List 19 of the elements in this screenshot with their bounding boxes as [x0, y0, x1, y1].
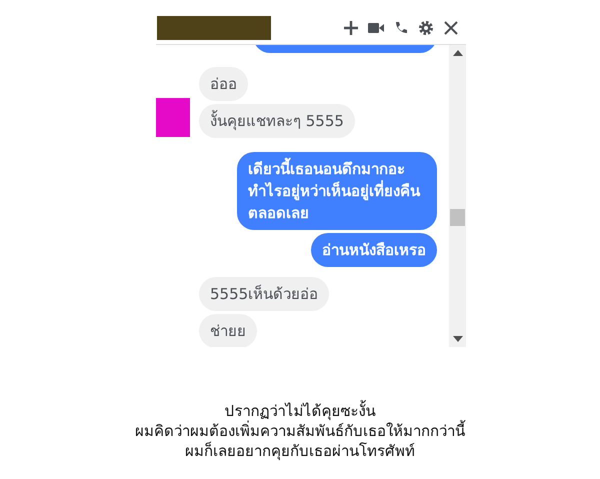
message-bubble: 5555เห็นด้วยอ่อ — [199, 277, 330, 311]
message-bubble: งั้นคุยแชทละๆ 5555 — [199, 104, 355, 138]
avatar — [156, 98, 190, 137]
phone-icon[interactable] — [394, 21, 408, 35]
caption-line: ผมคิดว่าผมต้องเพิ่มความสัมพันธ์กับเธอให้มากกว่านี้ — [134, 421, 466, 441]
message-bubble: อ่านหนังสือเหรอ — [311, 233, 437, 267]
video-camera-icon[interactable] — [368, 22, 384, 34]
scroll-thumb[interactable] — [450, 209, 465, 226]
scrollbar[interactable] — [449, 45, 466, 347]
caption-line: ปรากฏว่าไม่ได้คุยซะงั้น — [224, 401, 376, 420]
scroll-up-icon[interactable] — [452, 50, 462, 56]
message-bubble: เดียวนี้เธอนอนดึกมากอะ ทำไรอยู่หว่าเห็นอยู่เที่ยงคืนตลอดเลย — [237, 152, 437, 230]
message-bubble: ช่ายย — [199, 314, 257, 347]
message-bubble: อ่ออ — [199, 67, 248, 101]
add-icon[interactable] — [344, 21, 358, 35]
caption-line: ผมก็เลยอยากคุยกับเธอผ่านโทรศัพท์ — [184, 441, 416, 461]
scroll-down-icon[interactable] — [452, 336, 462, 342]
settings-icon[interactable] — [418, 20, 434, 36]
close-icon[interactable] — [444, 21, 458, 35]
